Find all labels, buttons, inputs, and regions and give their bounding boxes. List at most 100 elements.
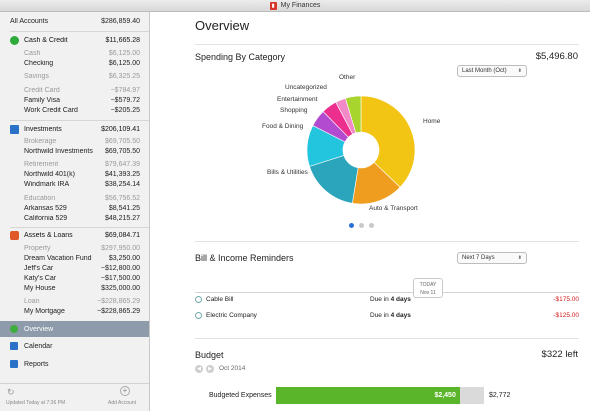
due-days: 4 days [390, 311, 411, 319]
add-account-label[interactable]: Add Account [108, 400, 136, 406]
account-label: Dream Vacation Fund [24, 254, 92, 262]
sidebar-sub-property[interactable]: Property $297,950.00 [0, 243, 149, 253]
window-title: My Finances [280, 2, 321, 9]
account-amount: −$228,865.29 [96, 307, 140, 315]
sidebar-sub-savings[interactable]: Savings $6,325.25 [0, 71, 149, 81]
account-amount: $38,254.14 [104, 180, 140, 188]
account-amount: −$579.72 [110, 96, 140, 104]
account-amount: $6,125.00 [108, 59, 140, 67]
pie-label-uncategorized: Uncategorized [285, 84, 327, 91]
dropdown-value: Last Month (Oct) [462, 68, 507, 74]
pie-label-home: Home [423, 118, 441, 125]
reports-icon [10, 360, 18, 368]
sidebar-account-arkansas-529[interactable]: Arkansas 529 $8,541.25 [0, 203, 149, 213]
account-label: Northwild Investments [24, 147, 93, 155]
sub-label: Cash [24, 49, 41, 57]
account-amount: $48,215.27 [104, 214, 140, 222]
reminders-period-dropdown[interactable]: Next 7 Days ⬍ [457, 252, 527, 264]
refresh-icon[interactable]: ↻ [7, 387, 15, 398]
sidebar-group-assets-loans[interactable]: Assets & Loans $69,084.71 [0, 230, 149, 241]
nav-calendar[interactable]: Calendar [0, 338, 149, 354]
nav-reports[interactable]: Reports [0, 356, 149, 372]
group-amount: $206,109.41 [101, 126, 140, 133]
sidebar-account-northwild-401k[interactable]: Northwild 401(k) $41,393.25 [0, 169, 149, 179]
due-prefix: Due in [370, 311, 391, 319]
sidebar-group-cash-credit[interactable]: Cash & Credit $11,665.28 [0, 35, 149, 46]
divider [195, 44, 579, 45]
page-dot-active[interactable] [349, 223, 354, 228]
reminder-name: Electric Company [206, 311, 257, 319]
sub-label: Education [24, 194, 56, 202]
calendar-icon [10, 342, 18, 350]
page-title: Overview [195, 18, 250, 33]
account-label: Katy's Car [24, 274, 57, 282]
sidebar-account-dream-vacation-fund[interactable]: Dream Vacation Fund $3,250.00 [0, 253, 149, 263]
sidebar-account-california-529[interactable]: California 529 $48,215.27 [0, 213, 149, 223]
due-prefix: Due in [370, 295, 391, 303]
pie-label-bills-utilities: Bills & Utilities [267, 169, 308, 176]
pie-label-entertainment: Entertainment [277, 96, 318, 103]
spending-title: Spending By Category [195, 52, 286, 62]
sidebar-sub-cash[interactable]: Cash $6,125.00 [0, 48, 149, 58]
account-amount: $8,541.25 [108, 204, 140, 212]
sidebar-group-investments[interactable]: Investments $206,109.41 [0, 124, 149, 135]
reminder-row[interactable]: Cable Bill Due in 4 days -$175.00 [195, 292, 579, 306]
account-label: My Mortgage [24, 307, 65, 315]
spending-donut-chart [306, 95, 416, 205]
account-label: Family Visa [24, 96, 61, 104]
sidebar-account-checking[interactable]: Checking $6,125.00 [0, 58, 149, 68]
budget-label: Budgeted Expenses [209, 392, 272, 399]
sub-label: Brokerage [24, 137, 57, 145]
sidebar-account-my-mortgage[interactable]: My Mortgage −$228,865.29 [0, 306, 149, 316]
main-panel: Overview Spending By Category $5,496.80 … [151, 12, 590, 411]
budget-month: Oct 2014 [219, 365, 246, 372]
sidebar-account-family-visa[interactable]: Family Visa −$579.72 [0, 95, 149, 105]
sidebar-account-katys-car[interactable]: Katy's Car −$17,500.00 [0, 273, 149, 283]
nav-overview[interactable]: Overview [0, 321, 149, 337]
account-label: My House [24, 284, 56, 292]
chevron-updown-icon: ⬍ [517, 255, 522, 261]
reminders-title: Bill & Income Reminders [195, 253, 294, 263]
account-amount: $69,705.50 [104, 147, 140, 155]
sidebar-sub-credit-card[interactable]: Credit Card −$784.97 [0, 85, 149, 95]
budget-total: $2,772 [489, 392, 511, 399]
spending-period-dropdown[interactable]: Last Month (Oct) ⬍ [457, 65, 527, 77]
sub-label: Loan [24, 297, 40, 305]
divider [10, 120, 149, 121]
nav-label: Calendar [24, 342, 53, 350]
sidebar-account-northwild-investments[interactable]: Northwild Investments $69,705.50 [0, 146, 149, 156]
sidebar-account-my-house[interactable]: My House $325,000.00 [0, 283, 149, 293]
sidebar-account-work-credit-card[interactable]: Work Credit Card −$205.25 [0, 105, 149, 115]
account-label: Windmark IRA [24, 180, 70, 188]
sub-amount: $56,756.52 [104, 194, 140, 202]
prev-month-button[interactable]: ◀ [195, 365, 203, 373]
sidebar-sub-loan[interactable]: Loan −$228,865.29 [0, 296, 149, 306]
add-account-icon[interactable]: + [120, 386, 130, 396]
window-titlebar: ▮ My Finances [0, 0, 590, 12]
sidebar-footer: ↻ Updated Today at 7:36 PM + Add Account [0, 383, 149, 411]
sidebar-sub-brokerage[interactable]: Brokerage $69,705.50 [0, 136, 149, 146]
group-label: Assets & Loans [24, 232, 73, 239]
sub-amount: $69,705.50 [104, 137, 140, 145]
group-label: Investments [24, 126, 62, 133]
reminder-row[interactable]: Electric Company Due in 4 days -$125.00 [195, 308, 579, 322]
next-month-button[interactable]: ▶ [206, 365, 214, 373]
page-dot[interactable] [359, 223, 364, 228]
sidebar-all-accounts[interactable]: All Accounts $286,859.40 [0, 16, 149, 27]
sidebar-account-jeffs-car[interactable]: Jeff's Car −$12,800.00 [0, 263, 149, 273]
sidebar-sub-retirement[interactable]: Retirement $79,647.39 [0, 159, 149, 169]
reminder-status-icon [195, 311, 202, 319]
account-label: Northwild 401(k) [24, 170, 75, 178]
sub-label: Retirement [24, 160, 59, 168]
today-label: TODAY [419, 282, 437, 288]
page-dot[interactable] [369, 223, 374, 228]
group-amount: $69,084.71 [104, 232, 140, 239]
budget-bar-fill: $2,450 [276, 387, 460, 404]
sidebar-sub-education[interactable]: Education $56,756.52 [0, 193, 149, 203]
divider [10, 31, 149, 32]
account-amount: −$12,800.00 [100, 264, 140, 272]
sidebar-account-windmark-ira[interactable]: Windmark IRA $38,254.14 [0, 179, 149, 189]
nav-label: Reports [24, 360, 49, 368]
pie-label-food-dining: Food & Dining [262, 123, 304, 130]
overview-icon [10, 325, 18, 333]
